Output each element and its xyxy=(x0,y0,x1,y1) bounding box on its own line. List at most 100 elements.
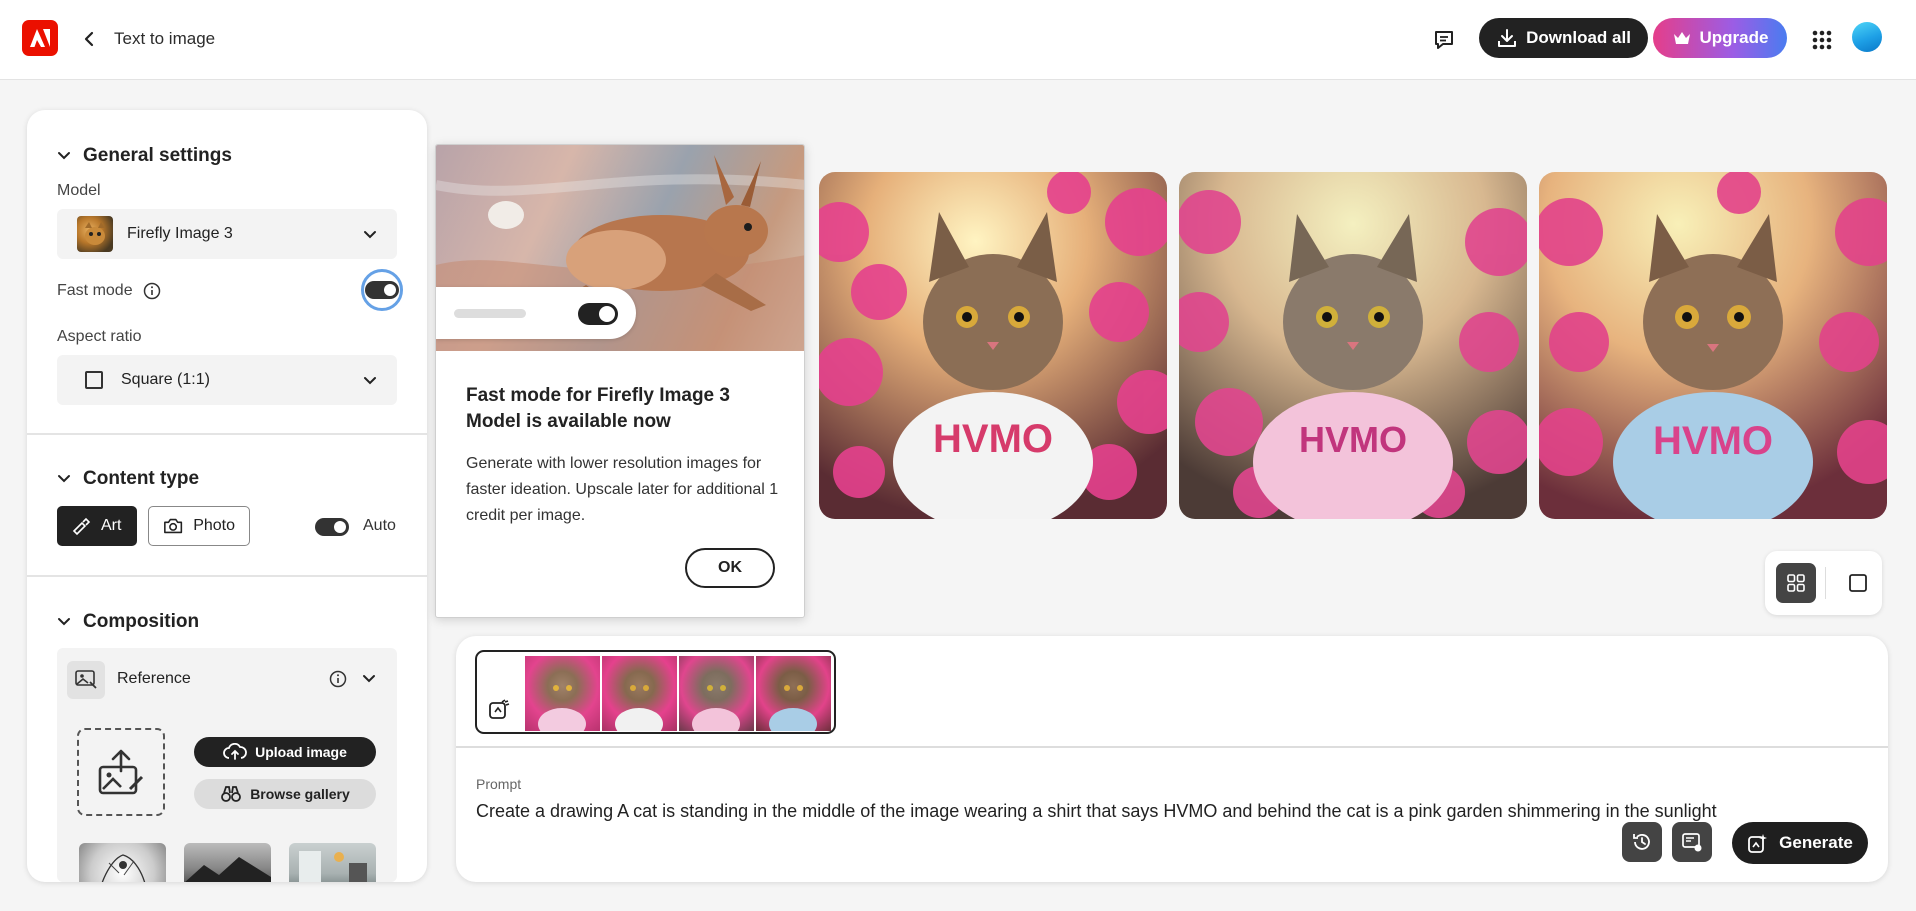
model-select[interactable]: Firefly Image 3 xyxy=(57,209,397,259)
settings-panel: General settings Model Firefly Image 3 F… xyxy=(27,110,427,882)
cloud-upload-icon xyxy=(223,743,247,760)
style-reference-thumb[interactable] xyxy=(184,843,271,882)
binoculars-icon xyxy=(221,786,242,802)
content-type-title: Content type xyxy=(83,468,200,489)
prompt-label: Prompt xyxy=(476,776,522,792)
browse-gallery-label: Browse gallery xyxy=(250,786,350,802)
upload-dropzone[interactable] xyxy=(77,728,165,816)
divider xyxy=(27,433,427,435)
grid-icon xyxy=(1787,574,1805,592)
placeholder-bar xyxy=(454,309,526,318)
cat-image: HVMO xyxy=(1539,172,1887,519)
reference-icon xyxy=(67,661,105,699)
content-type-header[interactable]: Content type xyxy=(57,468,199,490)
crown-icon xyxy=(1673,32,1690,44)
history-icon xyxy=(1633,834,1650,850)
chevron-down-icon[interactable] xyxy=(362,672,376,686)
chevron-down-icon xyxy=(58,475,70,483)
auto-label: Auto xyxy=(363,517,396,534)
download-all-button[interactable]: Download all xyxy=(1479,18,1648,58)
square-icon xyxy=(85,371,103,389)
history-thumb[interactable] xyxy=(679,656,754,731)
generate-sparkle-icon xyxy=(1748,834,1768,853)
popover-body: Generate with lower resolution images fo… xyxy=(466,455,779,524)
generate-button[interactable]: Generate xyxy=(1732,822,1868,864)
history-thumb[interactable] xyxy=(525,656,600,731)
cat-image: HVMO xyxy=(1179,172,1527,519)
art-brush-icon xyxy=(72,517,91,536)
info-icon[interactable] xyxy=(143,282,161,300)
style-reference-thumb[interactable] xyxy=(289,843,376,882)
history-generate-icon[interactable] xyxy=(487,698,511,722)
history-thumb[interactable] xyxy=(602,656,677,731)
composition-header[interactable]: Composition xyxy=(57,611,199,633)
download-all-label: Download all xyxy=(1526,28,1631,47)
model-value: Firefly Image 3 xyxy=(127,225,233,242)
page-title: Text to image xyxy=(114,29,216,48)
divider xyxy=(27,575,427,577)
single-square-icon xyxy=(1849,574,1867,592)
style-reference-thumb[interactable] xyxy=(79,843,166,882)
general-settings-header[interactable]: General settings xyxy=(57,145,232,167)
prompt-panel: Prompt Create a drawing A cat is standin… xyxy=(456,636,1888,882)
chevron-down-icon xyxy=(58,618,70,626)
upload-image-label: Upload image xyxy=(255,744,347,760)
generate-label: Generate xyxy=(1779,833,1853,852)
model-label: Model xyxy=(57,182,101,199)
composition-title: Composition xyxy=(83,611,200,632)
prompt-settings-button[interactable] xyxy=(1672,822,1712,862)
single-view-button[interactable] xyxy=(1838,563,1878,603)
content-type-art-button[interactable]: Art xyxy=(57,506,137,546)
download-icon xyxy=(1498,29,1517,47)
apps-grid-icon[interactable] xyxy=(1808,26,1836,54)
aspect-ratio-select[interactable]: Square (1:1) xyxy=(57,355,397,405)
cat-image: HVMO xyxy=(819,172,1167,519)
adobe-logo-icon[interactable] xyxy=(22,20,58,56)
toggle-preview-card xyxy=(436,287,636,339)
result-image-1[interactable]: HVMO xyxy=(819,172,1167,519)
image-settings-icon xyxy=(1682,833,1702,852)
divider xyxy=(1825,567,1826,599)
grid-view-button[interactable] xyxy=(1776,563,1816,603)
chevron-down-icon xyxy=(58,152,70,160)
divider xyxy=(456,746,1888,748)
feedback-icon[interactable] xyxy=(1430,26,1458,54)
general-settings-title: General settings xyxy=(83,145,232,166)
ok-button[interactable]: OK xyxy=(685,548,775,588)
rabbit-illustration xyxy=(436,145,804,351)
upgrade-label: Upgrade xyxy=(1699,28,1769,47)
art-label: Art xyxy=(101,517,122,534)
shirt-text: HVMO xyxy=(933,417,1053,461)
upload-image-icon xyxy=(98,749,144,795)
browse-gallery-button[interactable]: Browse gallery xyxy=(194,779,376,809)
result-image-2[interactable]: HVMO xyxy=(1179,172,1527,519)
app-header: Text to image Download all Upgrade xyxy=(0,0,1916,80)
shirt-text: HVMO xyxy=(1653,419,1773,463)
chevron-down-icon xyxy=(364,231,376,239)
auto-toggle[interactable] xyxy=(315,518,349,536)
result-image-3[interactable]: HVMO xyxy=(1539,172,1887,519)
upgrade-button[interactable]: Upgrade xyxy=(1653,18,1787,58)
back-chevron-icon[interactable] xyxy=(80,27,100,51)
aspect-ratio-value: Square (1:1) xyxy=(121,371,210,388)
prompt-input[interactable]: Create a drawing A cat is standing in th… xyxy=(476,801,1717,822)
fast-mode-label: Fast mode xyxy=(57,282,133,299)
upload-image-button[interactable]: Upload image xyxy=(194,737,376,767)
popover-title: Fast mode for Firefly Image 3 Model is a… xyxy=(466,385,730,432)
fast-mode-toggle[interactable] xyxy=(365,281,399,299)
toggle-preview xyxy=(578,303,618,325)
history-thumb[interactable] xyxy=(756,656,831,731)
chevron-down-icon xyxy=(364,377,376,385)
user-avatar[interactable] xyxy=(1852,22,1882,52)
history-button[interactable] xyxy=(1622,822,1662,862)
history-strip xyxy=(475,650,836,734)
camera-icon xyxy=(164,518,183,534)
reference-label: Reference xyxy=(117,670,191,687)
photo-label: Photo xyxy=(193,517,235,534)
fast-mode-row: Fast mode xyxy=(57,282,161,300)
info-icon[interactable] xyxy=(329,670,347,688)
view-mode-toggle xyxy=(1765,551,1882,615)
shirt-text: HVMO xyxy=(1299,419,1407,460)
content-type-photo-button[interactable]: Photo xyxy=(148,506,250,546)
model-thumbnail xyxy=(77,216,113,252)
